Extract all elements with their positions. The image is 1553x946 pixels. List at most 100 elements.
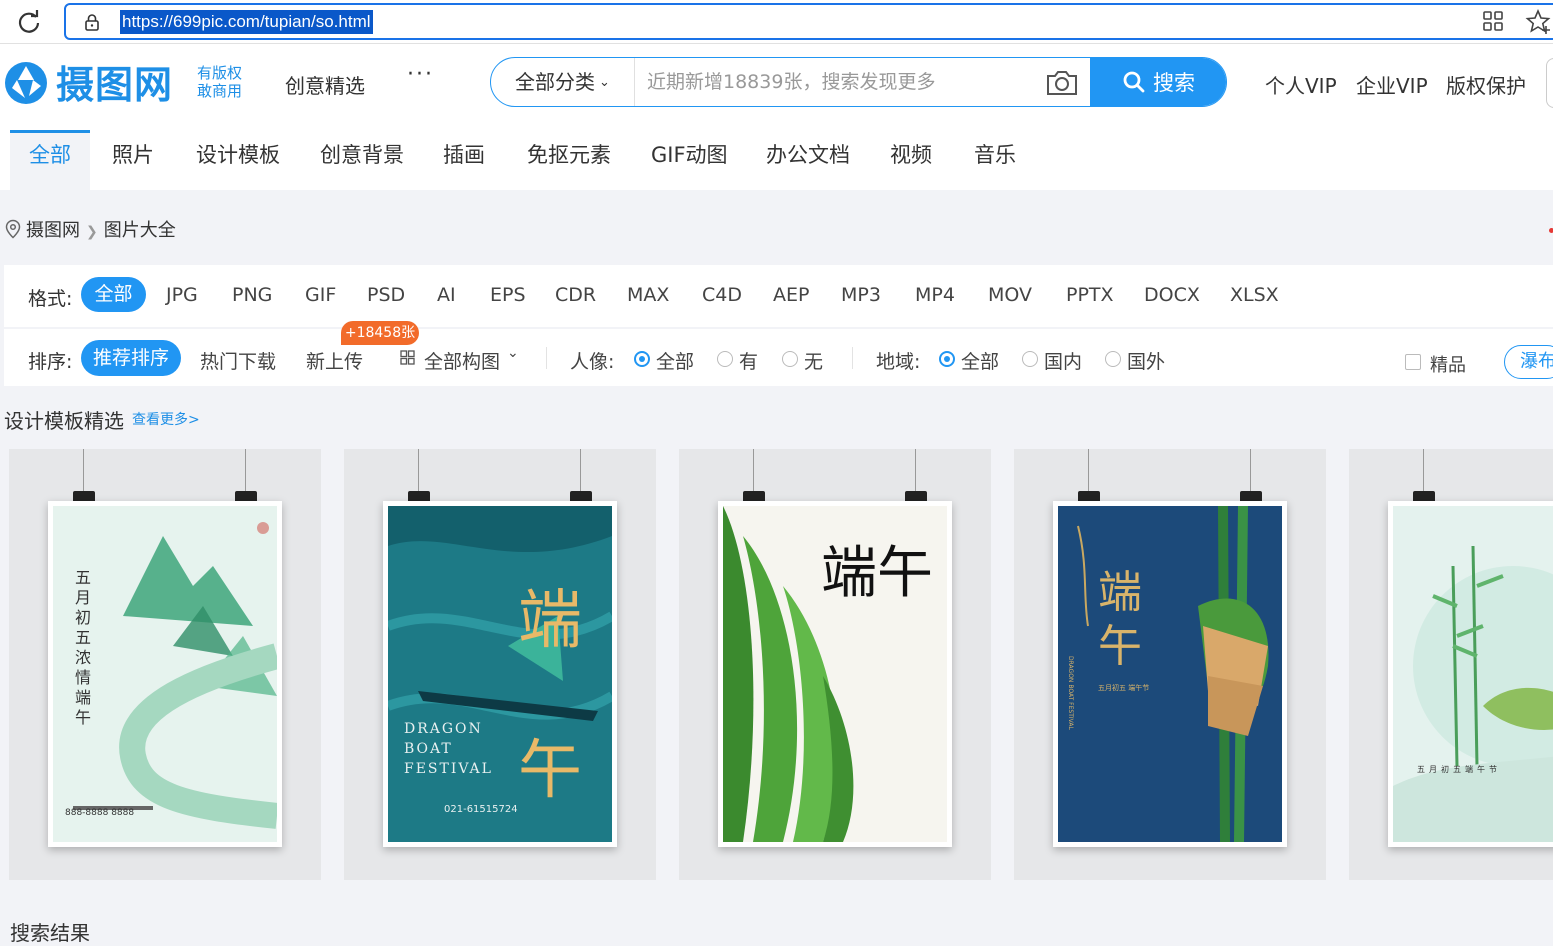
format-filter: 格式: 全部 JPG PNG GIF PSD AI EPS CDR MAX C4… [4,265,1553,327]
see-more-link[interactable]: 查看更多> [132,409,200,429]
template-card[interactable]: 五月初五端午节 [1349,449,1553,880]
hanging-wire [83,449,84,493]
notification-dot [1549,228,1553,233]
tab-videos[interactable]: 视频 [890,130,932,190]
format-png[interactable]: PNG [232,284,272,306]
format-label: 格式: [28,288,73,310]
portrait-no-label[interactable]: 无 [804,347,823,374]
format-ai[interactable]: AI [437,284,456,306]
format-max[interactable]: MAX [627,284,669,306]
format-psd[interactable]: PSD [367,284,405,306]
divider [546,347,547,369]
lock-icon[interactable] [83,13,101,31]
region-all-label[interactable]: 全部 [961,347,999,374]
portrait-all-label[interactable]: 全部 [656,347,694,374]
tab-cutout-elements[interactable]: 免抠元素 [527,130,611,190]
enterprise-vip-link[interactable]: 企业VIP [1356,70,1428,99]
format-aep[interactable]: AEP [773,284,809,306]
sort-newest[interactable]: 新上传 [306,347,363,374]
breadcrumb-home[interactable]: 摄图网 [26,220,80,241]
tab-music[interactable]: 音乐 [974,130,1016,190]
tab-photos[interactable]: 照片 [112,130,154,190]
template-card[interactable]: 端午 [679,449,991,880]
format-c4d[interactable]: C4D [702,284,742,306]
camera-search-icon[interactable] [1045,69,1079,97]
hanging-wire [418,449,419,493]
format-xlsx[interactable]: XLSX [1230,284,1279,306]
tab-gif[interactable]: GIF动图 [651,130,728,190]
format-mp3[interactable]: MP3 [841,284,881,306]
sort-recommended-pill[interactable]: 推荐排序 [81,340,181,376]
portrait-yes-radio[interactable] [717,351,733,367]
poster-en-text: DRAGON BOAT FESTIVAL [1067,656,1074,730]
poster-title: 端午 [1098,567,1142,672]
breadcrumb-current: 图片大全 [103,220,176,241]
logo-text[interactable]: 摄图网 [56,54,173,109]
poster-en-line-2: BOAT [404,741,453,757]
new-count-badge: +18458张 [341,321,419,345]
template-card[interactable]: 五月初五 浓情端午 888-8888 8888 [9,449,321,880]
format-all-pill[interactable]: 全部 [81,277,146,312]
hanging-wire [1423,449,1424,493]
composition-dropdown[interactable]: 全部构图 [424,347,500,374]
format-cdr[interactable]: CDR [555,284,596,306]
chevron-down-icon[interactable]: ⌄ [507,345,519,361]
reload-icon[interactable] [16,9,42,35]
search-icon [1123,71,1145,93]
favorite-star-icon[interactable] [1524,8,1552,36]
nav-more-button[interactable]: ··· [407,62,434,87]
premium-checkbox[interactable] [1405,354,1421,370]
slogan-line-1: 有版权 [197,64,243,82]
poster-en-line-1: DRAGON [404,721,483,737]
poster-image: 端午 五月初五 端午节 DRAGON BOAT FESTIVAL [1053,501,1287,847]
search-input[interactable] [647,68,1027,96]
format-jpg[interactable]: JPG [166,284,198,306]
category-tabs: 全部 照片 设计模板 创意背景 插画 免抠元素 GIF动图 办公文档 视频 音乐 [0,120,1553,190]
template-card[interactable]: 端午 DRAGON BOAT FESTIVAL 021-61515724 [344,449,656,880]
format-pptx[interactable]: PPTX [1066,284,1114,306]
region-domestic-label[interactable]: 国内 [1044,347,1082,374]
region-domestic-radio[interactable] [1022,351,1038,367]
region-all-radio[interactable] [939,351,955,367]
nav-creative[interactable]: 创意精选 [285,70,365,99]
format-mov[interactable]: MOV [988,284,1032,306]
copyright-link[interactable]: 版权保护 [1446,70,1526,99]
url-text[interactable]: https://699pic.com/tupian/so.html [120,10,373,34]
hanging-wire [753,449,754,493]
tab-illustrations[interactable]: 插画 [443,130,485,190]
search-category-dropdown[interactable]: 全部分类 ⌄ [491,58,635,106]
region-label: 地域: [876,351,921,373]
waterfall-view-button[interactable]: 瀑布 [1504,345,1553,379]
poster-subtitle: 五月初五 端午节 [1098,684,1150,692]
portrait-no-radio[interactable] [782,351,798,367]
apps-icon[interactable] [1481,9,1505,33]
tab-creative-backgrounds[interactable]: 创意背景 [320,130,404,190]
divider [852,347,853,369]
format-mp4[interactable]: MP4 [915,284,955,306]
section-title: 设计模板精选 [4,409,124,433]
premium-label[interactable]: 精品 [1430,351,1466,377]
tab-all[interactable]: 全部 [10,130,90,190]
template-card[interactable]: 端午 五月初五 端午节 DRAGON BOAT FESTIVAL [1014,449,1326,880]
tab-design-templates[interactable]: 设计模板 [196,130,280,190]
sort-hot-downloads[interactable]: 热门下载 [200,347,276,374]
search-button[interactable]: 搜索 [1090,58,1226,106]
site-header: 摄图网 有版权 敢商用 创意精选 ··· 全部分类⌄ 搜索 个人VIP 企业VI… [0,44,1553,120]
hanging-wire [1088,449,1089,493]
search-button-label: 搜索 [1153,71,1195,95]
format-eps[interactable]: EPS [490,284,526,306]
personal-vip-link[interactable]: 个人VIP [1265,70,1337,99]
region-foreign-radio[interactable] [1105,351,1121,367]
header-extra-button[interactable] [1546,58,1553,108]
browser-toolbar: https://699pic.com/tupian/so.html [0,0,1553,44]
address-bar[interactable]: https://699pic.com/tupian/so.html [64,3,1553,40]
tab-office-docs[interactable]: 办公文档 [766,130,850,190]
logo-icon[interactable] [3,60,49,106]
format-gif[interactable]: GIF [305,284,336,306]
portrait-all-radio[interactable] [634,351,650,367]
sort-filter: 排序: 推荐排序 热门下载 新上传 +18458张 全部构图 ⌄ 人像: 全部 … [4,321,1553,386]
format-docx[interactable]: DOCX [1144,284,1200,306]
portrait-yes-label[interactable]: 有 [739,347,758,374]
region-foreign-label[interactable]: 国外 [1127,347,1165,374]
chevron-right-icon: ❯ [86,224,98,240]
